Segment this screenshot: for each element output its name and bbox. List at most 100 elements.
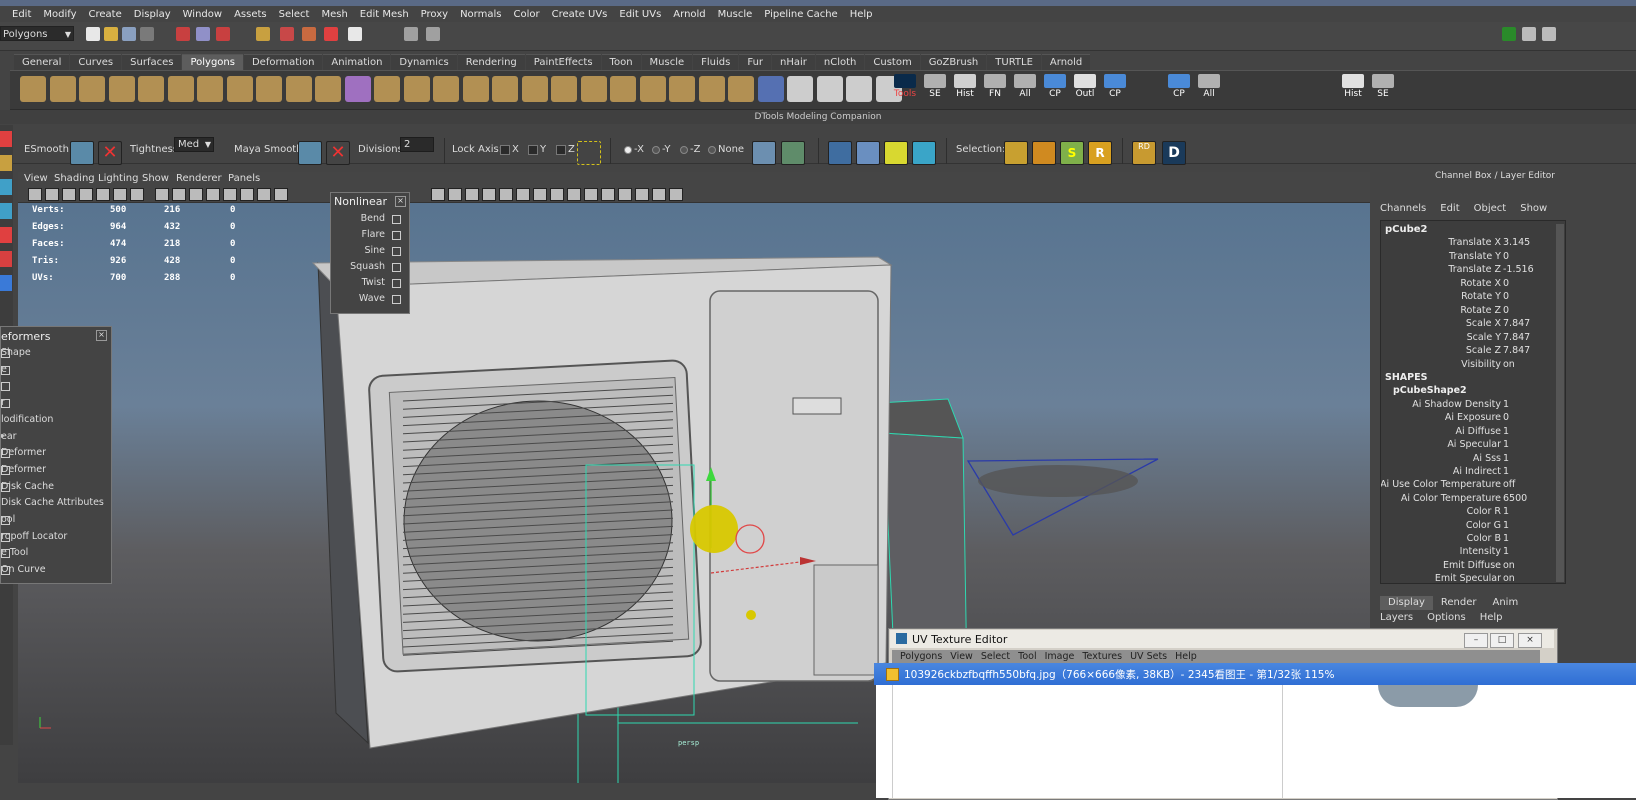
shelf-tool-icon[interactable]: [924, 74, 946, 88]
viewport-menu-lighting[interactable]: Lighting: [98, 172, 138, 186]
shelf-tool-icon[interactable]: [894, 74, 916, 88]
shelf-tool-icon[interactable]: [403, 76, 430, 102]
close-icon[interactable]: ×: [395, 196, 406, 207]
channel-attr-row[interactable]: Translate Y0: [1381, 251, 1565, 264]
shelf-tab-curves[interactable]: Curves: [70, 54, 122, 71]
shelf-tool-icon[interactable]: [1342, 74, 1364, 88]
shape-attr-row[interactable]: Emit Diffuse on: [1381, 560, 1565, 573]
viewport-toolbar-icon[interactable]: [172, 188, 186, 201]
maximize-button[interactable]: □: [1490, 633, 1514, 648]
menu-create[interactable]: Create: [89, 9, 122, 20]
option-box-icon[interactable]: [1, 483, 10, 492]
viewport-toolbar-icon[interactable]: [96, 188, 110, 201]
grid-tool-icon[interactable]: [828, 141, 852, 165]
shelf-tool-icon[interactable]: [728, 76, 754, 102]
shelf-tool-icon[interactable]: [79, 76, 105, 102]
symmetry-tool-icon[interactable]: [781, 141, 805, 165]
menu-pipeline-cache[interactable]: Pipeline Cache: [764, 9, 837, 20]
shape-attr-value[interactable]: off: [1503, 479, 1515, 490]
mirror-radio[interactable]: [708, 146, 716, 154]
channel-attr-value[interactable]: -1.516: [1503, 264, 1534, 275]
channel-box-menu-show[interactable]: Show: [1520, 203, 1547, 217]
deformers-item[interactable]: ropoff Locator: [1, 531, 109, 546]
channel-attr-value[interactable]: 0: [1503, 278, 1509, 289]
shelf-tab-deformation[interactable]: Deformation: [243, 54, 323, 71]
menu-help[interactable]: Help: [850, 9, 873, 20]
tool-icon[interactable]: [0, 227, 12, 243]
manip-center-handle[interactable]: [690, 505, 738, 553]
shelf-tab-polygons[interactable]: Polygons: [182, 54, 243, 71]
uv-menu-select[interactable]: Select: [981, 650, 1010, 664]
shape-attr-value[interactable]: 1: [1503, 466, 1509, 477]
layer-menu-help[interactable]: Help: [1480, 612, 1503, 623]
shape-attr-row[interactable]: Ai Indirect 1: [1381, 466, 1565, 479]
shape-attr-row[interactable]: Color G1: [1381, 520, 1565, 533]
menu-color[interactable]: Color: [513, 9, 539, 20]
tool-icon[interactable]: [0, 179, 12, 195]
shelf-tool-icon[interactable]: [167, 76, 194, 102]
shelf-tool-icon[interactable]: [1168, 74, 1190, 88]
uv-menu-help[interactable]: Help: [1175, 650, 1197, 664]
viewport-toolbar-icon[interactable]: [257, 188, 271, 201]
menu-muscle[interactable]: Muscle: [718, 9, 753, 20]
select-face-icon[interactable]: [1032, 141, 1056, 165]
menu-edit[interactable]: Edit: [12, 9, 31, 20]
uv-menu-textures[interactable]: Textures: [1082, 650, 1122, 664]
shelf-tool-icon[interactable]: [846, 76, 872, 102]
deformers-item[interactable]: Disk Cache Attributes: [1, 497, 109, 512]
image-viewer-canvas[interactable]: [876, 685, 1636, 798]
viewport-menu-show[interactable]: Show: [142, 172, 169, 186]
option-box-icon[interactable]: [392, 295, 401, 304]
tool-icon[interactable]: [0, 203, 12, 219]
shelf-tool-icon[interactable]: [462, 76, 489, 102]
shape-attr-value[interactable]: 1: [1503, 426, 1509, 437]
status-tool-icon[interactable]: [426, 27, 440, 41]
shelf-tab-surfaces[interactable]: Surfaces: [122, 54, 182, 71]
shape-attr-value[interactable]: 1: [1503, 506, 1509, 517]
channel-attr-row[interactable]: Translate X 3.145: [1381, 237, 1565, 250]
shelf-tool-icon[interactable]: [433, 76, 459, 102]
option-box-icon[interactable]: [1, 449, 10, 458]
option-box-icon[interactable]: [1, 382, 10, 391]
uv-menu-tool[interactable]: Tool: [1018, 650, 1036, 664]
viewport-toolbar-icon[interactable]: [45, 188, 59, 201]
layer-tab-display[interactable]: Display: [1380, 596, 1433, 610]
viewport-toolbar-icon[interactable]: [206, 188, 220, 201]
channel-box-menu-object[interactable]: Object: [1474, 203, 1507, 217]
shape-attr-row[interactable]: Ai Specular 1: [1381, 439, 1565, 452]
menu-window[interactable]: Window: [183, 9, 222, 20]
shelf-tool-icon[interactable]: [344, 76, 371, 102]
channel-box-menu-edit[interactable]: Edit: [1440, 203, 1459, 217]
layer-tab-render[interactable]: Render: [1433, 596, 1485, 610]
shelf-tool-icon[interactable]: [49, 76, 76, 102]
viewport-toolbar-icon[interactable]: [601, 188, 615, 201]
option-box-icon[interactable]: [1, 566, 10, 575]
shelf-tab-muscle[interactable]: Muscle: [641, 54, 693, 71]
shape-attr-row[interactable]: Ai Diffuse 1: [1381, 426, 1565, 439]
channel-attr-row[interactable]: Rotate Z0: [1381, 305, 1565, 318]
shelf-tool-icon[interactable]: [374, 76, 400, 102]
divisions-field[interactable]: 2: [400, 137, 434, 152]
shape-attr-row[interactable]: Ai Shadow Density 1: [1381, 399, 1565, 412]
shelf-tab-arnold[interactable]: Arnold: [1041, 54, 1091, 71]
status-tool-icon[interactable]: [324, 27, 338, 41]
viewport-toolbar-icon[interactable]: [618, 188, 632, 201]
option-box-icon[interactable]: [392, 279, 401, 288]
menu-mesh[interactable]: Mesh: [321, 9, 347, 20]
select-s-icon[interactable]: S: [1060, 141, 1084, 165]
manip-z-handle[interactable]: [746, 610, 756, 620]
viewport-toolbar-icon[interactable]: [584, 188, 598, 201]
nonlinear-item-wave[interactable]: Wave: [331, 293, 407, 307]
deformers-item[interactable]: Shape: [1, 347, 109, 362]
deformers-item[interactable]: [1, 380, 109, 395]
mirror-radio[interactable]: [652, 146, 660, 154]
option-box-icon[interactable]: [1, 349, 10, 358]
channel-attr-value[interactable]: 0: [1503, 291, 1509, 302]
mirror-radio[interactable]: [624, 146, 632, 154]
shelf-tab-fluids[interactable]: Fluids: [693, 54, 739, 71]
status-tool-icon[interactable]: [140, 27, 154, 41]
layer-tab-anim[interactable]: Anim: [1484, 596, 1526, 610]
viewport-toolbar-icon[interactable]: [79, 188, 93, 201]
shape-attr-row[interactable]: Ai Exposure 0: [1381, 412, 1565, 425]
status-tool-icon[interactable]: [86, 27, 100, 41]
